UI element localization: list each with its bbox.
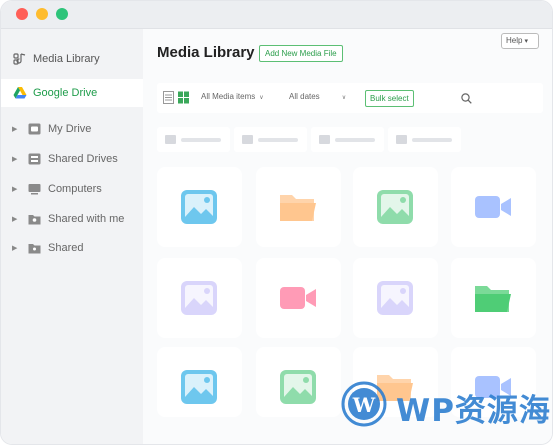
sidebar-item-label: My Drive: [48, 123, 92, 135]
media-item-card[interactable]: [256, 258, 341, 338]
image-icon: [181, 370, 217, 404]
media-item-card[interactable]: [353, 258, 438, 338]
image-icon: [377, 281, 413, 315]
search-icon[interactable]: [461, 93, 472, 104]
expand-caret-icon[interactable]: ▶: [12, 185, 17, 193]
media-item-card[interactable]: [353, 167, 438, 247]
media-item-card[interactable]: [451, 167, 536, 247]
maximize-window-button[interactable]: [56, 8, 68, 20]
folder-icon: [280, 195, 316, 221]
minimize-window-button[interactable]: [36, 8, 48, 20]
expand-caret-icon[interactable]: ▶: [12, 155, 17, 163]
media-item-card[interactable]: [256, 347, 341, 417]
chevron-down-icon: ∨: [259, 95, 264, 101]
media-item-card[interactable]: [256, 167, 341, 247]
image-icon: [377, 190, 413, 224]
shared-folder-icon: [28, 244, 41, 254]
folder-placeholder[interactable]: [157, 127, 230, 152]
folder-placeholder-icon: [396, 135, 407, 144]
help-button[interactable]: Help ▾: [501, 33, 539, 49]
folder-placeholder-icon: [242, 135, 253, 144]
chevron-down-icon: ▾: [524, 38, 528, 45]
my-drive-icon: [28, 123, 41, 135]
folder-placeholder[interactable]: [311, 127, 384, 152]
shared-drives-icon: [28, 153, 41, 165]
sidebar-item-label: Computers: [48, 183, 102, 195]
filter-label: All Media items: [201, 92, 256, 101]
wordpress-logo-icon: W: [341, 381, 387, 427]
loading-bar: [181, 138, 221, 142]
shared-with-me-icon: [28, 215, 41, 225]
help-label: Help: [506, 36, 523, 45]
sidebar-item-google-drive[interactable]: Google Drive: [1, 79, 143, 107]
list-view-icon[interactable]: [163, 91, 174, 104]
expand-caret-icon[interactable]: ▶: [12, 244, 17, 252]
sidebar-item-computers[interactable]: ▶ Computers: [1, 174, 143, 204]
media-item-card[interactable]: [157, 167, 242, 247]
watermark: W WP资源海: [341, 381, 551, 429]
sidebar-item-label: Google Drive: [33, 87, 98, 99]
expand-caret-icon[interactable]: ▶: [12, 215, 17, 223]
sidebar-item-shared[interactable]: ▶ Shared: [1, 233, 143, 263]
sidebar-item-label: Shared Drives: [48, 153, 118, 165]
media-item-card[interactable]: [157, 258, 242, 338]
folder-icon: [475, 286, 511, 312]
folder-placeholder[interactable]: [388, 127, 461, 152]
close-window-button[interactable]: [16, 8, 28, 20]
sidebar-item-label: Shared: [48, 242, 84, 254]
video-icon: [475, 196, 511, 218]
media-item-card[interactable]: [157, 347, 242, 417]
image-icon: [181, 190, 217, 224]
sidebar-item-shared-drives[interactable]: ▶ Shared Drives: [1, 144, 143, 174]
loading-bar: [412, 138, 452, 142]
bulk-select-button[interactable]: Bulk select: [365, 90, 414, 107]
filter-label: All dates: [289, 92, 320, 101]
app-window: Media Library Google Drive ▶ My Drive ▶ …: [0, 0, 553, 445]
video-icon: [280, 287, 316, 309]
loading-bar: [335, 138, 375, 142]
folder-placeholder-row: [157, 127, 543, 155]
sidebar-item-media-library[interactable]: Media Library: [1, 44, 143, 74]
folder-placeholder[interactable]: [234, 127, 307, 152]
sidebar-item-label: Media Library: [33, 53, 100, 65]
sidebar-item-shared-with-me[interactable]: ▶ Shared with me: [1, 204, 143, 234]
chevron-down-icon: ∨: [341, 95, 347, 101]
sidebar: Media Library Google Drive ▶ My Drive ▶ …: [1, 29, 143, 444]
date-filter[interactable]: All dates ∨: [289, 92, 346, 101]
loading-bar: [258, 138, 298, 142]
google-drive-icon: [13, 87, 27, 99]
media-type-filter[interactable]: All Media items ∨: [201, 92, 264, 101]
svg-text:W: W: [352, 393, 376, 417]
image-icon: [181, 281, 217, 315]
title-bar: [1, 1, 552, 29]
expand-caret-icon[interactable]: ▶: [12, 125, 17, 133]
watermark-text: WP资源海: [396, 393, 551, 429]
media-toolbar: All Media items ∨ All dates ∨ Bulk select: [157, 83, 543, 113]
page-title: Media Library: [157, 44, 255, 61]
add-new-media-button[interactable]: Add New Media File: [259, 45, 343, 62]
sidebar-item-my-drive[interactable]: ▶ My Drive: [1, 114, 143, 144]
grid-view-icon[interactable]: [178, 91, 189, 104]
media-library-icon: [13, 53, 26, 65]
media-item-card[interactable]: [451, 258, 536, 338]
folder-placeholder-icon: [319, 135, 330, 144]
folder-placeholder-icon: [165, 135, 176, 144]
image-icon: [280, 370, 316, 404]
computers-icon: [28, 184, 41, 195]
sidebar-item-label: Shared with me: [48, 213, 125, 225]
